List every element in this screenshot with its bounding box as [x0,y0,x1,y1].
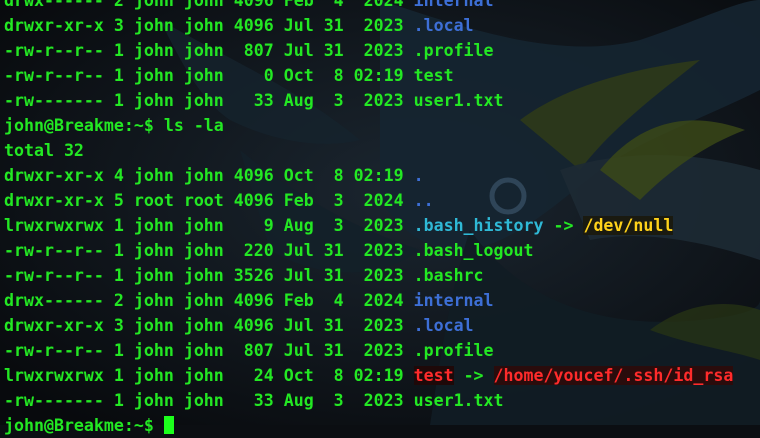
symlink-target: /dev/null [583,216,674,235]
file-metadata: -rw------- 1 john john 33 Aug 3 2023 [4,391,414,410]
terminal-line: -rw-r--r-- 1 john john 3526 Jul 31 2023 … [4,263,760,288]
file-metadata: lrwxrwxrwx 1 john john 9 Aug 3 2023 [4,216,414,235]
cursor-block[interactable] [163,416,174,434]
file-metadata: drwxr-xr-x 3 john john 4096 Jul 31 2023 [4,316,414,335]
terminal-line: lrwxrwxrwx 1 john john 9 Aug 3 2023 .bas… [4,213,760,238]
command-prompt: john@Breakme:~$ [4,416,164,435]
file-metadata: -rw-r--r-- 1 john john 220 Jul 31 2023 [4,241,414,260]
file-name[interactable]: test [413,366,454,385]
file-metadata: -rw------- 1 john john 33 Aug 3 2023 [4,91,414,110]
terminal-line: john@Breakme:~$ [4,413,760,438]
file-name[interactable]: user1.txt [414,91,504,110]
file-metadata: drwx------ 2 john john 4096 Feb 4 2024 [4,291,414,310]
file-name[interactable]: test [414,66,454,85]
file-metadata: -rw-r--r-- 1 john john 807 Jul 31 2023 [4,41,414,60]
terminal-output[interactable]: drwx------ 2 john john 4096 Feb 4 2024 i… [4,0,760,438]
file-metadata: drwxr-xr-x 5 root root 4096 Feb 3 2024 [4,191,414,210]
terminal-line: -rw------- 1 john john 33 Aug 3 2023 use… [4,88,760,113]
file-metadata: drwxr-xr-x 4 john john 4096 Oct 8 02:19 [4,166,414,185]
file-metadata: lrwxrwxrwx 1 john john 24 Oct 8 02:19 [4,366,414,385]
terminal-line: -rw-r--r-- 1 john john 807 Jul 31 2023 .… [4,38,760,63]
file-name[interactable]: .profile [414,41,494,60]
terminal-line: drwx------ 2 john john 4096 Feb 4 2024 i… [4,288,760,313]
terminal-line: drwxr-xr-x 3 john john 4096 Jul 31 2023 … [4,313,760,338]
file-name[interactable]: .bash_logout [414,241,534,260]
symlink-target: /home/youcef/.ssh/id_rsa [493,366,734,385]
terminal-line: drwx------ 2 john john 4096 Feb 4 2024 i… [4,0,760,13]
total-line: total 32 [4,141,84,160]
terminal-line: -rw-r--r-- 1 john john 0 Oct 8 02:19 tes… [4,63,760,88]
file-name[interactable]: .bashrc [414,266,484,285]
terminal-line: drwxr-xr-x 5 root root 4096 Feb 3 2024 .… [4,188,760,213]
file-name[interactable]: .profile [414,341,494,360]
symlink-arrow: -> [453,366,494,385]
file-name[interactable]: . [414,166,424,185]
file-name[interactable]: .local [414,16,474,35]
file-name[interactable]: .bash_history [414,216,544,235]
file-name[interactable]: .local [414,316,474,335]
file-metadata: drwx------ 2 john john 4096 Feb 4 2024 [4,0,414,10]
file-metadata: -rw-r--r-- 1 john john 0 Oct 8 02:19 [4,66,414,85]
terminal-line: drwxr-xr-x 4 john john 4096 Oct 8 02:19 … [4,163,760,188]
terminal-line: -rw------- 1 john john 33 Aug 3 2023 use… [4,388,760,413]
terminal-line: -rw-r--r-- 1 john john 220 Jul 31 2023 .… [4,238,760,263]
command-prompt: john@Breakme:~$ ls -la [4,116,224,135]
file-name[interactable]: internal [414,0,494,10]
terminal-line: john@Breakme:~$ ls -la [4,113,760,138]
terminal-line: -rw-r--r-- 1 john john 807 Jul 31 2023 .… [4,338,760,363]
file-metadata: drwxr-xr-x 3 john john 4096 Jul 31 2023 [4,16,414,35]
terminal-line: lrwxrwxrwx 1 john john 24 Oct 8 02:19 te… [4,363,760,388]
symlink-arrow: -> [543,216,584,235]
file-name[interactable]: .. [414,191,434,210]
terminal-line: total 32 [4,138,760,163]
file-name[interactable]: user1.txt [414,391,504,410]
file-name[interactable]: internal [414,291,494,310]
file-metadata: -rw-r--r-- 1 john john 807 Jul 31 2023 [4,341,414,360]
terminal-line: drwxr-xr-x 3 john john 4096 Jul 31 2023 … [4,13,760,38]
file-metadata: -rw-r--r-- 1 john john 3526 Jul 31 2023 [4,266,414,285]
